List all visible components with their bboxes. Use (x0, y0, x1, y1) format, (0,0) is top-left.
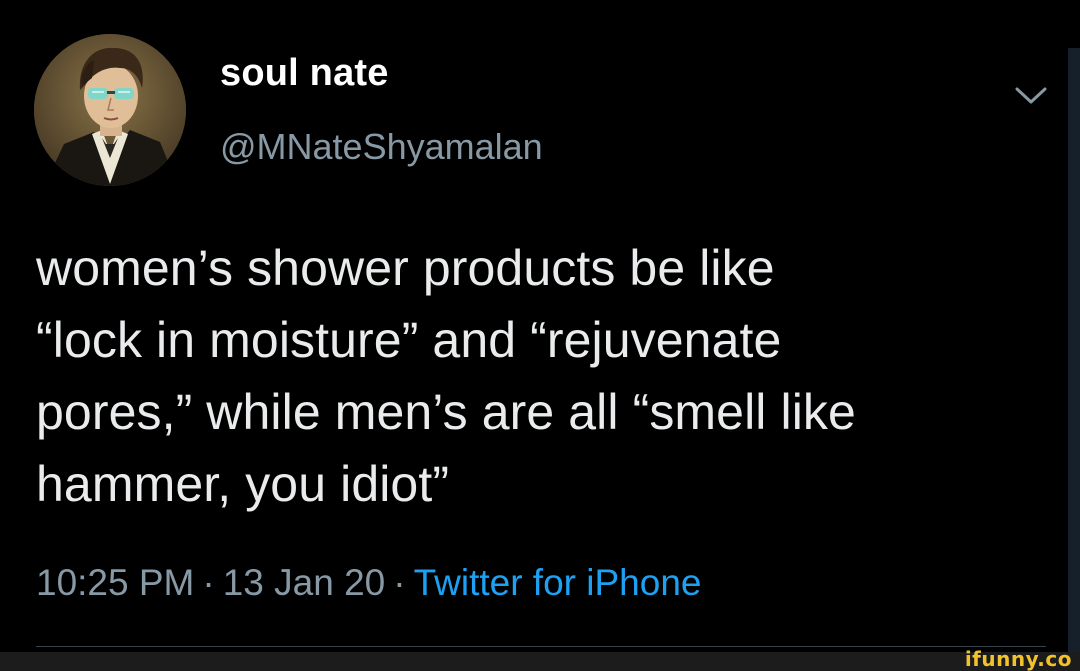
tweet-source-link[interactable]: Twitter for iPhone (414, 562, 702, 603)
user-handle[interactable]: @MNateShyamalan (220, 126, 543, 168)
tweet-text: women’s shower products be like “lock in… (36, 232, 1056, 520)
tweet-time[interactable]: 10:25 PM (36, 562, 194, 603)
tweet-date[interactable]: 13 Jan 20 (223, 562, 386, 603)
tweet-metadata: 10:25 PM · 13 Jan 20 · Twitter for iPhone (36, 562, 701, 604)
scrollbar-track (1068, 48, 1080, 671)
display-name[interactable]: soul nate (220, 52, 389, 95)
avatar-portrait-image (34, 34, 186, 186)
separator-dot: · (202, 562, 215, 603)
separator-dot: · (393, 562, 406, 603)
ifunny-watermark: ifunny.co (964, 647, 1072, 671)
tweet-text-line: “lock in moisture” and “rejuvenate (36, 312, 782, 368)
chevron-down-icon[interactable] (1014, 86, 1048, 106)
tweet-text-line: women’s shower products be like (36, 240, 775, 296)
divider (36, 646, 1046, 647)
watermark-bar: ifunny.co (0, 648, 1080, 671)
tweet-text-line: hammer, you idiot” (36, 456, 450, 512)
avatar[interactable] (34, 34, 186, 186)
tweet-text-line: pores,” while men’s are all “smell like (36, 384, 856, 440)
tweet-card: soul nate @MNateShyamalan women’s shower… (0, 0, 1068, 671)
